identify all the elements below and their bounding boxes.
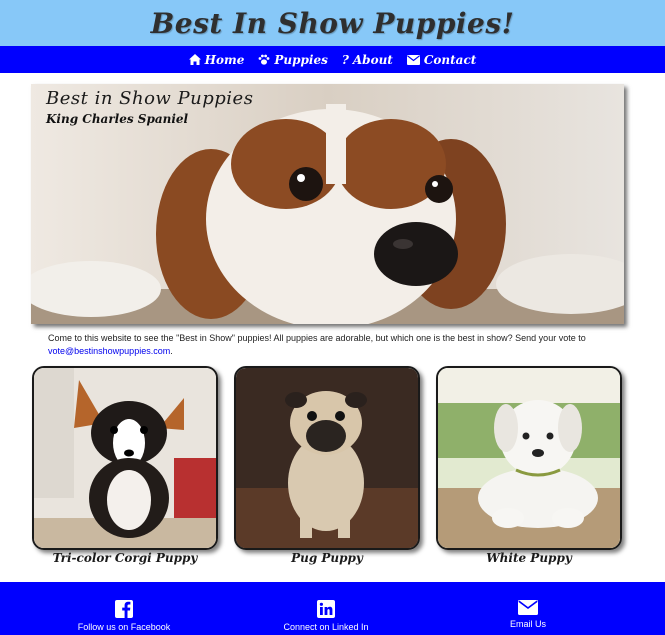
nav-item-label: Home xyxy=(204,52,245,67)
envelope-icon xyxy=(406,54,420,65)
puppy-card-pug[interactable] xyxy=(234,366,420,550)
email-us-link[interactable]: Email Us xyxy=(448,600,608,629)
white-puppy-caption: White Puppy xyxy=(486,551,572,565)
white-puppy-photo xyxy=(438,368,620,548)
home-icon xyxy=(188,54,201,65)
site-header: Best In Show Puppies! xyxy=(0,0,665,46)
site-footer: Follow us on Facebook Connect on Linked … xyxy=(0,582,665,635)
puppy-card-corgi[interactable] xyxy=(32,366,218,550)
corgi-caption: Tri-color Corgi Puppy xyxy=(52,551,198,565)
corgi-photo xyxy=(34,368,216,548)
nav-item-about[interactable]: ? About xyxy=(342,53,393,67)
facebook-link[interactable]: Follow us on Facebook xyxy=(44,600,204,632)
linkedin-icon xyxy=(317,600,335,618)
envelope-icon xyxy=(518,600,538,615)
paw-icon xyxy=(258,54,270,65)
intro-suffix: . xyxy=(170,346,173,356)
hero-subtitle: King Charles Spaniel xyxy=(46,112,189,126)
nav-item-home[interactable]: Home xyxy=(188,52,245,67)
pug-caption: Pug Puppy xyxy=(291,551,363,565)
nav-item-label: Puppies xyxy=(274,52,328,67)
question-icon: ? xyxy=(341,52,349,67)
footer-link-label: Email Us xyxy=(509,619,546,629)
facebook-icon xyxy=(115,600,133,618)
main-nav: Home Puppies ? About Contact xyxy=(0,46,665,73)
site-title: Best In Show Puppies! xyxy=(150,6,515,40)
nav-item-puppies[interactable]: Puppies xyxy=(258,52,328,67)
nav-item-label: About xyxy=(352,52,393,67)
footer-link-label: Connect on Linked In xyxy=(283,622,369,632)
puppy-card-white[interactable] xyxy=(436,366,622,550)
vote-email-link[interactable]: vote@bestinshowpuppies.com xyxy=(48,346,170,356)
nav-item-contact[interactable]: Contact xyxy=(406,52,477,67)
intro-text: Come to this website to see the "Best in… xyxy=(48,333,586,343)
nav-item-label: Contact xyxy=(423,52,477,67)
pug-photo xyxy=(236,368,418,548)
hero-banner: Best in Show Puppies King Charles Spanie… xyxy=(31,84,624,324)
hero-title: Best in Show Puppies xyxy=(46,88,254,109)
footer-link-label: Follow us on Facebook xyxy=(77,622,171,632)
linkedin-link[interactable]: Connect on Linked In xyxy=(246,600,406,632)
intro-paragraph: Come to this website to see the "Best in… xyxy=(48,332,608,358)
